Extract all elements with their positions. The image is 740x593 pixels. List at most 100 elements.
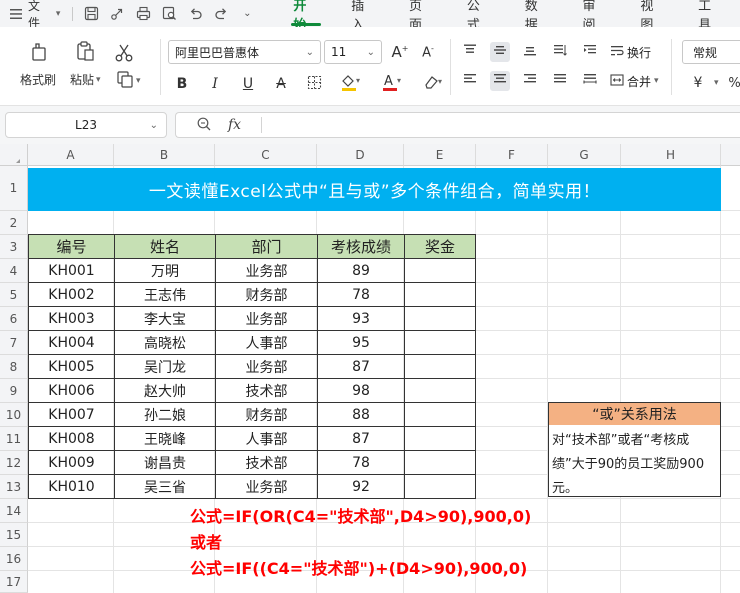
- row-header-15[interactable]: 15: [0, 523, 28, 547]
- tab-tools[interactable]: 工具: [682, 0, 740, 33]
- row-header-8[interactable]: 8: [0, 355, 28, 379]
- cell-id[interactable]: KH007: [29, 403, 115, 427]
- table-header-name[interactable]: 姓名: [115, 235, 216, 259]
- italic-button[interactable]: I: [205, 74, 225, 94]
- align-bottom-button[interactable]: [520, 42, 540, 62]
- cell-name[interactable]: 赵大帅: [115, 379, 216, 403]
- cell-bonus[interactable]: [405, 331, 476, 355]
- cell-department[interactable]: 人事部: [216, 331, 318, 355]
- row-header-16[interactable]: 16: [0, 547, 28, 571]
- cell-department[interactable]: 财务部: [216, 283, 318, 307]
- align-top-button[interactable]: [460, 42, 480, 62]
- note-body[interactable]: 对“技术部”或者“考核成绩”大于90的员工奖励900元。: [548, 425, 721, 497]
- increase-font-size-button[interactable]: A+: [390, 42, 410, 62]
- cell-score[interactable]: 98: [318, 379, 405, 403]
- align-right-button[interactable]: [520, 71, 540, 91]
- clear-format-button[interactable]: ▾: [419, 74, 447, 94]
- cell-id[interactable]: KH010: [29, 475, 115, 499]
- formula-input-area[interactable]: fx: [175, 112, 740, 138]
- merge-cells-button[interactable]: 合并 ▾: [610, 73, 659, 90]
- cell-id[interactable]: KH005: [29, 355, 115, 379]
- justify-button[interactable]: [550, 71, 570, 91]
- indent-button[interactable]: [580, 42, 600, 62]
- cell-department[interactable]: 技术部: [216, 379, 318, 403]
- column-header-d[interactable]: D: [317, 144, 404, 166]
- cell-score[interactable]: 89: [318, 259, 405, 283]
- chevron-down-icon[interactable]: ⌄: [239, 6, 255, 22]
- cell-department[interactable]: 人事部: [216, 427, 318, 451]
- table-header-score[interactable]: 考核成绩: [318, 235, 405, 259]
- undo-icon[interactable]: [187, 6, 203, 22]
- cell-score[interactable]: 78: [318, 283, 405, 307]
- table-header-bonus[interactable]: 奖金: [405, 235, 476, 259]
- paste-button[interactable]: 粘贴 ▾: [70, 39, 101, 88]
- cell-bonus[interactable]: [405, 379, 476, 403]
- cell-department[interactable]: 业务部: [216, 355, 318, 379]
- cell-department[interactable]: 技术部: [216, 451, 318, 475]
- cell-department[interactable]: 业务部: [216, 259, 318, 283]
- cell-name[interactable]: 吴三省: [115, 475, 216, 499]
- align-middle-button[interactable]: [490, 42, 510, 62]
- currency-button[interactable]: ¥: [688, 73, 708, 93]
- cell-bonus[interactable]: [405, 427, 476, 451]
- font-color-button[interactable]: A ▾: [378, 74, 406, 94]
- borders-button[interactable]: [304, 74, 324, 94]
- row-header-12[interactable]: 12: [0, 451, 28, 475]
- row-header-9[interactable]: 9: [0, 379, 28, 403]
- column-header-a[interactable]: A: [28, 144, 114, 166]
- row-header-4[interactable]: 4: [0, 259, 28, 283]
- cell-id[interactable]: KH002: [29, 283, 115, 307]
- underline-button[interactable]: U: [238, 74, 258, 94]
- column-header-c[interactable]: C: [215, 144, 317, 166]
- formula-sum[interactable]: 公式=IF((C4="技术部")+(D4>90),900,0): [190, 555, 527, 579]
- cell-bonus[interactable]: [405, 403, 476, 427]
- tab-review[interactable]: 审阅: [567, 0, 625, 33]
- cell-score[interactable]: 93: [318, 307, 405, 331]
- cell-bonus[interactable]: [405, 451, 476, 475]
- percent-button[interactable]: %: [725, 73, 740, 93]
- cell-name[interactable]: 李大宝: [115, 307, 216, 331]
- bold-button[interactable]: B: [172, 74, 192, 94]
- cell-name[interactable]: 高晓松: [115, 331, 216, 355]
- tab-insert[interactable]: 插入: [335, 0, 393, 33]
- table-header-id[interactable]: 编号: [29, 235, 115, 259]
- font-name-select[interactable]: 阿里巴巴普惠体 ⌄: [168, 40, 321, 64]
- table-header-department[interactable]: 部门: [216, 235, 318, 259]
- zoom-icon[interactable]: [196, 116, 212, 135]
- cell-name[interactable]: 孙二娘: [115, 403, 216, 427]
- column-header-f[interactable]: F: [476, 144, 548, 166]
- row-header-3[interactable]: 3: [0, 235, 28, 259]
- print-preview-icon[interactable]: [161, 6, 177, 22]
- cell-name[interactable]: 吴门龙: [115, 355, 216, 379]
- column-header-b[interactable]: B: [114, 144, 215, 166]
- align-left-button[interactable]: [460, 71, 480, 91]
- cell-id[interactable]: KH008: [29, 427, 115, 451]
- cell-id[interactable]: KH006: [29, 379, 115, 403]
- cell-score[interactable]: 87: [318, 355, 405, 379]
- formula-connector[interactable]: 或者: [190, 529, 222, 553]
- cell-id[interactable]: KH004: [29, 331, 115, 355]
- name-box[interactable]: L23 ⌄: [5, 112, 167, 138]
- cell-id[interactable]: KH001: [29, 259, 115, 283]
- row-header-10[interactable]: 10: [0, 403, 28, 427]
- formula-or[interactable]: 公式=IF(OR(C4="技术部",D4>90),900,0): [190, 503, 531, 527]
- tab-data[interactable]: 数据: [509, 0, 567, 33]
- cell-bonus[interactable]: [405, 307, 476, 331]
- share-icon[interactable]: [109, 6, 125, 22]
- row-header-13[interactable]: 13: [0, 475, 28, 499]
- column-header-e[interactable]: E: [404, 144, 476, 166]
- cell-name[interactable]: 王晓峰: [115, 427, 216, 451]
- cell-score[interactable]: 95: [318, 331, 405, 355]
- row-header-17[interactable]: 17: [0, 571, 28, 593]
- strikethrough-button[interactable]: A: [271, 74, 291, 94]
- cell-score[interactable]: 92: [318, 475, 405, 499]
- cell-bonus[interactable]: [405, 475, 476, 499]
- column-header-i[interactable]: [721, 144, 740, 166]
- row-header-6[interactable]: 6: [0, 307, 28, 331]
- cell-score[interactable]: 78: [318, 451, 405, 475]
- cell-name[interactable]: 万明: [115, 259, 216, 283]
- align-center-button[interactable]: [490, 71, 510, 91]
- distributed-align-button[interactable]: [580, 71, 600, 91]
- row-header-7[interactable]: 7: [0, 331, 28, 355]
- wrap-text-button[interactable]: 换行: [610, 44, 651, 61]
